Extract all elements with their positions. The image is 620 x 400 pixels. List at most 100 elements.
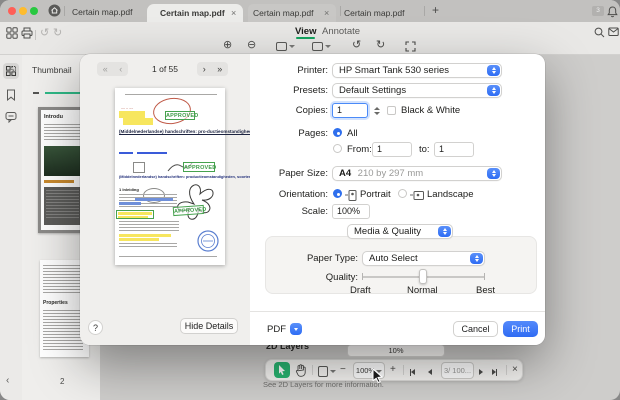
thumb-text [44,124,81,142]
zoom-out-button[interactable]: − [340,363,346,376]
quality-tick-normal: Normal [407,285,438,296]
pages-all-radio[interactable] [333,128,342,137]
printer-select[interactable]: HP Smart Tank 530 series [332,63,502,78]
printer-value: HP Smart Tank 530 series [339,65,450,76]
scale-input[interactable]: 100% [332,204,370,219]
fit-page-icon[interactable] [276,41,295,52]
last-page-button[interactable] [492,366,498,379]
section-heading: 1 Inleiding [119,187,139,192]
hide-details-button[interactable]: Hide Details [180,318,238,334]
close-toolbar-button[interactable]: × [512,363,518,376]
thumbnail-page-2-number: 2 [60,377,65,386]
print-button[interactable]: Print [503,321,538,337]
tab-close-icon[interactable]: × [324,8,329,18]
pages-from-input[interactable]: 1 [372,142,412,157]
minimize-window-button[interactable] [19,7,27,15]
thumbnails-panel-button[interactable] [3,63,19,79]
layers-info-text: See 2D Layers for more information. [263,380,384,389]
zoom-window-button[interactable] [30,7,38,15]
preview-forward-group: › » [197,62,228,76]
tab-certain-map-1[interactable]: Certain map.pdf × [147,4,243,22]
select-tool-button[interactable] [274,362,290,378]
tab-annotate[interactable]: Annotate [322,26,360,37]
zoom-in-icon[interactable]: ⊕ [223,40,232,51]
options-section-select[interactable]: Media & Quality [347,224,453,239]
last-preview-page-button[interactable]: » [217,64,222,74]
titlebar: Certain map.pdf Certain map.pdf × Certai… [0,0,620,22]
thumb-caption [44,180,74,183]
sidebar-toggle-icon[interactable] [6,27,18,42]
copies-input[interactable]: 1 [332,103,368,118]
tab-certain-map-3[interactable]: Certain map.pdf [344,4,420,22]
green-rect-annotation [116,210,154,219]
cancel-button[interactable]: Cancel [453,321,498,337]
pdf-menu-label[interactable]: PDF [267,324,286,335]
zoom-in-button[interactable]: + [390,363,396,376]
pages-from-label: From: [347,144,372,155]
approved-stamp-3: APPROVED [172,204,207,217]
tab-close-icon[interactable]: × [231,8,236,18]
paper-type-select[interactable]: Auto Select [362,251,485,266]
zoom-out-icon[interactable]: ⊖ [247,40,256,51]
tab-certain-map-2[interactable]: Certain map.pdf × [248,4,336,22]
hand-tool-button[interactable] [295,364,307,381]
first-page-button[interactable] [410,366,416,379]
page-layout-icon[interactable] [312,41,331,52]
redo-icon[interactable]: ↻ [53,28,62,39]
paper-size-select[interactable]: A4 210 by 297 mm [332,166,502,181]
next-page-button[interactable] [479,366,483,379]
chevron-up-down-icon [470,253,483,264]
mail-icon[interactable] [608,27,619,40]
page-number-input[interactable]: 3/ 100... [441,362,474,379]
collapse-sidebar-button[interactable]: ‹ [6,375,9,386]
slider-tick [362,273,363,280]
previous-page-button[interactable] [428,366,432,379]
app-window: Certain map.pdf Certain map.pdf × Certai… [0,0,620,400]
thumb-heading: Properties [43,300,68,306]
orientation-label: Orientation: [278,189,328,200]
pdf-menu-button[interactable] [290,323,302,335]
portrait-label: Portrait [360,189,391,200]
paper-type-value: Auto Select [369,253,418,264]
close-window-button[interactable] [8,7,16,15]
section-value: Media & Quality [354,226,422,237]
fullscreen-icon[interactable] [405,41,416,55]
layer-opacity-input[interactable]: 10% [347,344,445,357]
search-icon[interactable] [594,27,605,41]
quality-slider-handle[interactable] [419,269,427,284]
print-preview-pane: « ‹ 1 of 55 › » ~~ ~ ~~ APPROVED (Middel… [80,54,297,345]
new-tab-button[interactable]: + [432,3,439,17]
print-dialog: « ‹ 1 of 55 › » ~~ ~ ~~ APPROVED (Middel… [80,54,545,345]
next-preview-page-button[interactable]: › [203,64,206,74]
help-button[interactable]: ? [88,320,103,335]
bell-icon[interactable] [607,5,618,23]
undo-icon[interactable]: ↺ [40,28,49,39]
rotate-right-icon[interactable]: ↻ [376,40,385,51]
ink-note: ~~ ~ ~~ [121,107,134,111]
home-icon[interactable] [48,4,61,22]
thumb-photo [44,146,81,176]
pages-range-radio[interactable] [333,144,342,153]
black-white-checkbox[interactable] [387,106,396,115]
page-view-icon[interactable] [318,365,336,378]
printer-label: Printer: [297,65,328,76]
tab-view[interactable]: View [295,26,316,37]
blue-round-stamp [197,230,219,252]
print-options-pane: Printer: HP Smart Tank 530 series Preset… [250,54,545,345]
rotate-left-icon[interactable]: ↺ [352,40,361,51]
comment-icon[interactable] [5,110,17,128]
panel-tab-dash[interactable] [33,92,39,94]
presets-select[interactable]: Default Settings [332,83,502,98]
landscape-radio[interactable] [398,189,407,198]
quality-tick-best: Best [476,285,496,296]
bookmark-icon[interactable] [5,88,17,106]
print-icon[interactable] [21,27,33,42]
square-annotation [133,162,145,173]
pages-all-label: All [347,128,358,139]
preview-title: (Middelnederlandse) handschriften: pro-d… [119,129,297,134]
mouse-cursor [372,367,384,388]
portrait-radio[interactable] [333,189,342,198]
pages-to-input[interactable]: 1 [434,142,474,157]
copies-stepper[interactable] [372,103,382,118]
thumb-heading: Introdu [44,114,63,120]
